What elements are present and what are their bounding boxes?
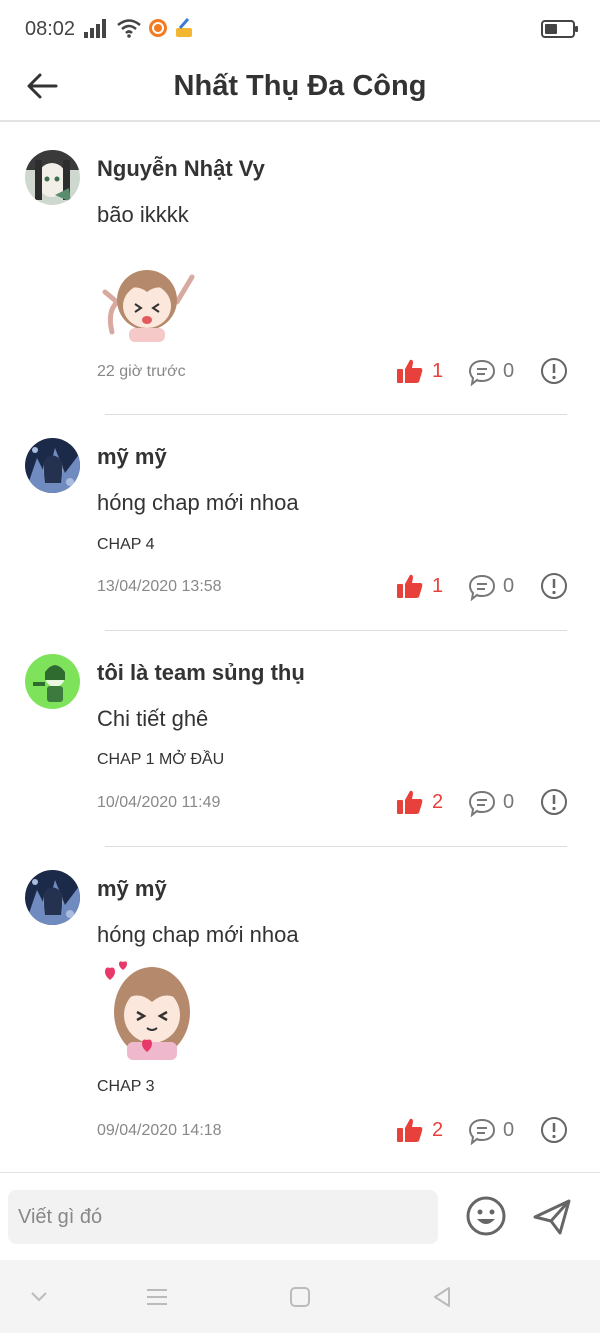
comment-timestamp: 09/04/2020 14:18 [97, 1122, 222, 1139]
thumbs-up-icon[interactable] [396, 572, 424, 600]
exclamation-circle-icon[interactable] [540, 357, 568, 385]
menu-icon [147, 1289, 167, 1305]
avatar-image [25, 150, 80, 205]
nav-menu-button[interactable] [142, 1282, 172, 1312]
divider [105, 414, 567, 415]
avatar[interactable] [25, 150, 80, 205]
comment-timestamp: 22 giờ trước [97, 363, 186, 380]
like-count: 1 [432, 575, 444, 597]
thumbs-up-icon[interactable] [396, 788, 424, 816]
chat-bubble-icon[interactable] [468, 358, 496, 386]
comment-input[interactable] [8, 1190, 438, 1244]
nav-collapse-button[interactable] [24, 1282, 54, 1312]
chevron-down-icon [31, 1292, 47, 1302]
avatar-image [25, 654, 80, 709]
sticker-image [97, 262, 197, 347]
square-icon [290, 1287, 310, 1307]
thumbs-up-icon[interactable] [396, 357, 424, 385]
paper-plane-icon[interactable] [532, 1197, 572, 1237]
reply-count: 0 [503, 575, 515, 597]
comment-actions: 1 0 [396, 357, 568, 387]
comment-text: bão ikkkk [97, 202, 189, 227]
comment-text: hóng chap mới nhoa [97, 490, 299, 515]
comment-composer [0, 1172, 600, 1260]
comment-actions: 1 0 [396, 572, 568, 602]
like-count: 2 [432, 1119, 444, 1141]
comment-text: hóng chap mới nhoa [97, 922, 299, 947]
comment-timestamp: 10/04/2020 11:49 [97, 794, 221, 811]
chat-bubble-icon[interactable] [468, 789, 496, 817]
reply-count: 0 [503, 360, 515, 382]
avatar[interactable] [25, 438, 80, 493]
comment-actions: 2 0 [396, 1116, 568, 1146]
comment-text: Chi tiết ghê [97, 706, 209, 731]
exclamation-circle-icon[interactable] [540, 1116, 568, 1144]
chat-bubble-icon[interactable] [468, 1117, 496, 1145]
cleaner-notification-icon [176, 18, 192, 37]
comment-chapter[interactable]: CHAP 3 [97, 1078, 155, 1096]
avatar-image [25, 870, 80, 925]
triangle-back-icon [434, 1287, 450, 1307]
thumbs-up-icon[interactable] [396, 1116, 424, 1144]
page-title: Nhất Thụ Đa Công [173, 70, 427, 102]
status-icons [84, 18, 194, 38]
divider [105, 846, 567, 847]
comment-chapter[interactable]: CHAP 4 [97, 536, 155, 554]
chat-bubble-icon[interactable] [468, 573, 496, 601]
avatar[interactable] [25, 654, 80, 709]
nav-home-button[interactable] [285, 1282, 315, 1312]
battery-icon [541, 20, 578, 38]
smiley-icon[interactable] [465, 1195, 507, 1237]
status-bar: 08:02 [0, 0, 600, 60]
reply-count: 0 [503, 791, 515, 813]
comment-author[interactable]: mỹ mỹ [97, 876, 167, 902]
reply-count: 0 [503, 1119, 515, 1141]
app-notification-icon [149, 19, 167, 37]
exclamation-circle-icon[interactable] [540, 788, 568, 816]
wifi-icon [117, 19, 141, 38]
exclamation-circle-icon[interactable] [540, 572, 568, 600]
signal-icon [84, 19, 106, 38]
divider [105, 630, 567, 631]
status-time: 08:02 [25, 18, 76, 40]
sticker-image [97, 960, 197, 1065]
like-count: 2 [432, 791, 444, 813]
comment-author[interactable]: Nguyễn Nhật Vy [97, 156, 265, 182]
comment-chapter[interactable]: CHAP 1 MỞ ĐẦU [97, 751, 224, 769]
nav-back-button[interactable] [427, 1282, 457, 1312]
comment-author[interactable]: mỹ mỹ [97, 444, 167, 470]
comment-actions: 2 0 [396, 788, 568, 818]
avatar-image [25, 438, 80, 493]
comment-timestamp: 13/04/2020 13:58 [97, 578, 222, 595]
avatar[interactable] [25, 870, 80, 925]
system-navigation-bar [0, 1260, 600, 1333]
like-count: 1 [432, 360, 444, 382]
app-header: Nhất Thụ Đa Công [0, 60, 600, 122]
comment-author[interactable]: tôi là team sủng thụ [97, 660, 305, 686]
